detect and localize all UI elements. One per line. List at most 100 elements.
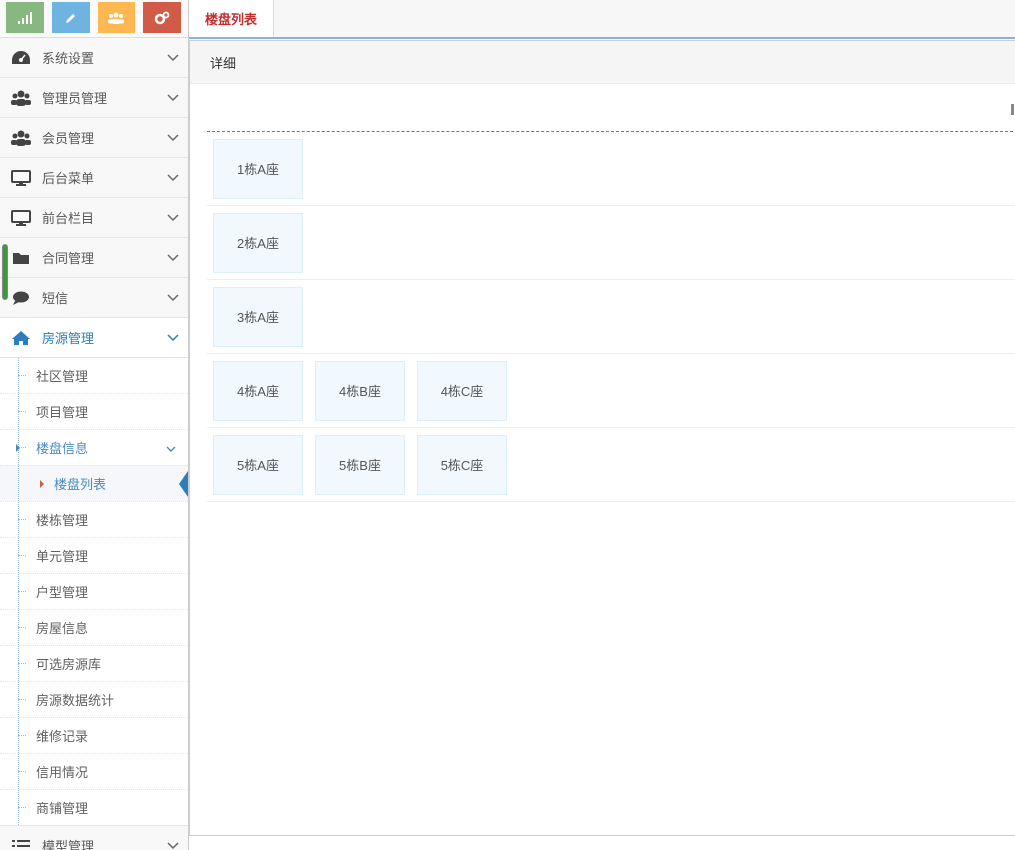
building-tile[interactable]: 1栋A座 [213, 138, 303, 199]
caret-right-icon [16, 444, 20, 452]
nav-item-member-management[interactable]: 会员管理 [0, 118, 188, 158]
nav-item-label: 合同管理 [42, 251, 95, 266]
submenu-item-house-info[interactable]: 房屋信息 [0, 609, 188, 645]
chevron-down-icon [158, 213, 188, 222]
building-tile[interactable]: 2栋A座 [213, 212, 303, 273]
submenu-item-label: 户型管理 [36, 585, 89, 600]
nav-item-sms[interactable]: 短信 [0, 278, 188, 318]
nav-item-property-management[interactable]: 房源管理 [0, 318, 188, 358]
sidebar: 系统设置 管理员管理 会员管理 后台菜单 前台栏目 合同管理 短信 房源管理 社… [0, 0, 189, 850]
building-row: 4栋A座 4栋B座 4栋C座 [207, 354, 1015, 428]
submenu-item-label: 楼盘列表 [54, 477, 107, 492]
sidebar-scrollbar[interactable] [2, 244, 8, 300]
submenu-item-label: 维修记录 [36, 729, 89, 744]
home-icon [10, 329, 32, 347]
submenu-item-available-houses[interactable]: 可选房源库 [0, 645, 188, 681]
submenu-item-building-info[interactable]: 楼盘信息 [0, 429, 188, 465]
chevron-down-icon [158, 841, 188, 850]
submenu-item-unit[interactable]: 单元管理 [0, 537, 188, 573]
users-icon [10, 129, 32, 147]
submenu-item-house-type[interactable]: 户型管理 [0, 573, 188, 609]
building-tile[interactable]: 5栋B座 [315, 434, 405, 495]
caret-right-icon [40, 480, 44, 488]
nav-item-label: 系统设置 [42, 51, 95, 66]
active-indicator [179, 471, 188, 497]
nav-item-frontend-columns[interactable]: 前台栏目 [0, 198, 188, 238]
nav-item-label: 管理员管理 [42, 91, 108, 106]
submenu-item-project[interactable]: 项目管理 [0, 393, 188, 429]
list-icon [10, 837, 32, 850]
submenu-item-repair-records[interactable]: 维修记录 [0, 717, 188, 753]
nav-item-system-settings[interactable]: 系统设置 [0, 38, 188, 78]
nav-item-model-management[interactable]: 模型管理 [0, 826, 188, 850]
nav-item-label: 短信 [42, 291, 69, 306]
submenu-item-credit[interactable]: 信用情况 [0, 753, 188, 789]
desktop-icon [10, 209, 32, 227]
building-rows: 1栋A座 2栋A座 3栋A座 4栋A座 4栋B座 4栋C座 5栋A座 5栋B座 … [207, 132, 1015, 502]
submenu-item-shops[interactable]: 商铺管理 [0, 789, 188, 825]
nav-item-label: 房源管理 [42, 331, 95, 346]
chevron-down-icon [158, 253, 188, 262]
chevron-down-icon [166, 441, 176, 456]
nav-item-admin-management[interactable]: 管理员管理 [0, 78, 188, 118]
building-tile[interactable]: 5栋C座 [417, 434, 507, 495]
detail-panel: 详细 1栋A座 2栋A座 3栋A座 4栋A座 4栋B座 4栋C座 5栋A座 5栋… [189, 40, 1015, 836]
submenu-item-label: 单元管理 [36, 549, 89, 564]
building-tile[interactable]: 4栋B座 [315, 360, 405, 421]
submenu-item-statistics[interactable]: 房源数据统计 [0, 681, 188, 717]
building-tile[interactable]: 5栋A座 [213, 434, 303, 495]
building-tile[interactable]: 3栋A座 [213, 286, 303, 347]
nav-item-label: 会员管理 [42, 131, 95, 146]
building-tile[interactable]: 4栋C座 [417, 360, 507, 421]
desktop-icon [10, 169, 32, 187]
shortcut-bar [0, 0, 188, 38]
submenu-item-label: 社区管理 [36, 369, 89, 384]
submenu-item-label: 信用情况 [36, 765, 89, 780]
building-tile[interactable]: 4栋A座 [213, 360, 303, 421]
nav-item-backend-menu[interactable]: 后台菜单 [0, 158, 188, 198]
users-icon [10, 89, 32, 107]
submenu-item-label: 商铺管理 [36, 801, 89, 816]
tab-bar: 楼盘列表 [189, 0, 1015, 39]
submenu-item-community[interactable]: 社区管理 [0, 358, 188, 393]
chevron-down-icon [158, 333, 188, 342]
signal-shortcut-button[interactable] [6, 2, 44, 33]
chevron-down-icon [158, 133, 188, 142]
folder-icon [10, 249, 32, 267]
building-row: 1栋A座 [207, 132, 1015, 206]
submenu-item-label: 项目管理 [36, 405, 89, 420]
building-row: 3栋A座 [207, 280, 1015, 354]
property-submenu: 社区管理 项目管理 楼盘信息 楼盘列表 楼栋管理 单元管理 户型管理 房屋信息 … [0, 358, 188, 826]
chevron-down-icon [158, 293, 188, 302]
tab-label: 楼盘列表 [204, 12, 257, 27]
submenu-item-label: 房源数据统计 [36, 693, 115, 708]
chevron-down-icon [158, 53, 188, 62]
cogs-icon [154, 11, 170, 24]
submenu-item-label: 可选房源库 [36, 657, 102, 672]
submenu-item-label: 房屋信息 [36, 621, 89, 636]
panel-title: 详细 [190, 41, 1015, 84]
submenu-item-label: 楼盘信息 [36, 441, 89, 456]
building-row: 5栋A座 5栋B座 5栋C座 [207, 428, 1015, 502]
tab-building-list[interactable]: 楼盘列表 [189, 0, 274, 37]
chevron-down-icon [158, 173, 188, 182]
submenu-item-block[interactable]: 楼栋管理 [0, 501, 188, 537]
nav-item-label: 前台栏目 [42, 211, 95, 226]
signal-icon [17, 11, 32, 24]
panel-title-text: 详细 [210, 55, 237, 71]
pencil-icon [65, 13, 75, 23]
toolbar-edge-icon [1011, 104, 1014, 115]
dashboard-icon [10, 49, 32, 67]
nav-item-label: 模型管理 [42, 839, 95, 850]
pencil-shortcut-button[interactable] [51, 2, 90, 33]
nav-item-contract-management[interactable]: 合同管理 [0, 238, 188, 278]
submenu-item-label: 楼栋管理 [36, 513, 89, 528]
panel-toolbar [207, 84, 1015, 132]
users-shortcut-button[interactable] [97, 2, 136, 33]
chevron-down-icon [158, 93, 188, 102]
submenu-item-building-list[interactable]: 楼盘列表 [0, 465, 188, 501]
comment-icon [10, 289, 32, 307]
nav-item-label: 后台菜单 [42, 171, 95, 186]
users-icon [108, 12, 125, 24]
cogs-shortcut-button[interactable] [143, 2, 181, 33]
